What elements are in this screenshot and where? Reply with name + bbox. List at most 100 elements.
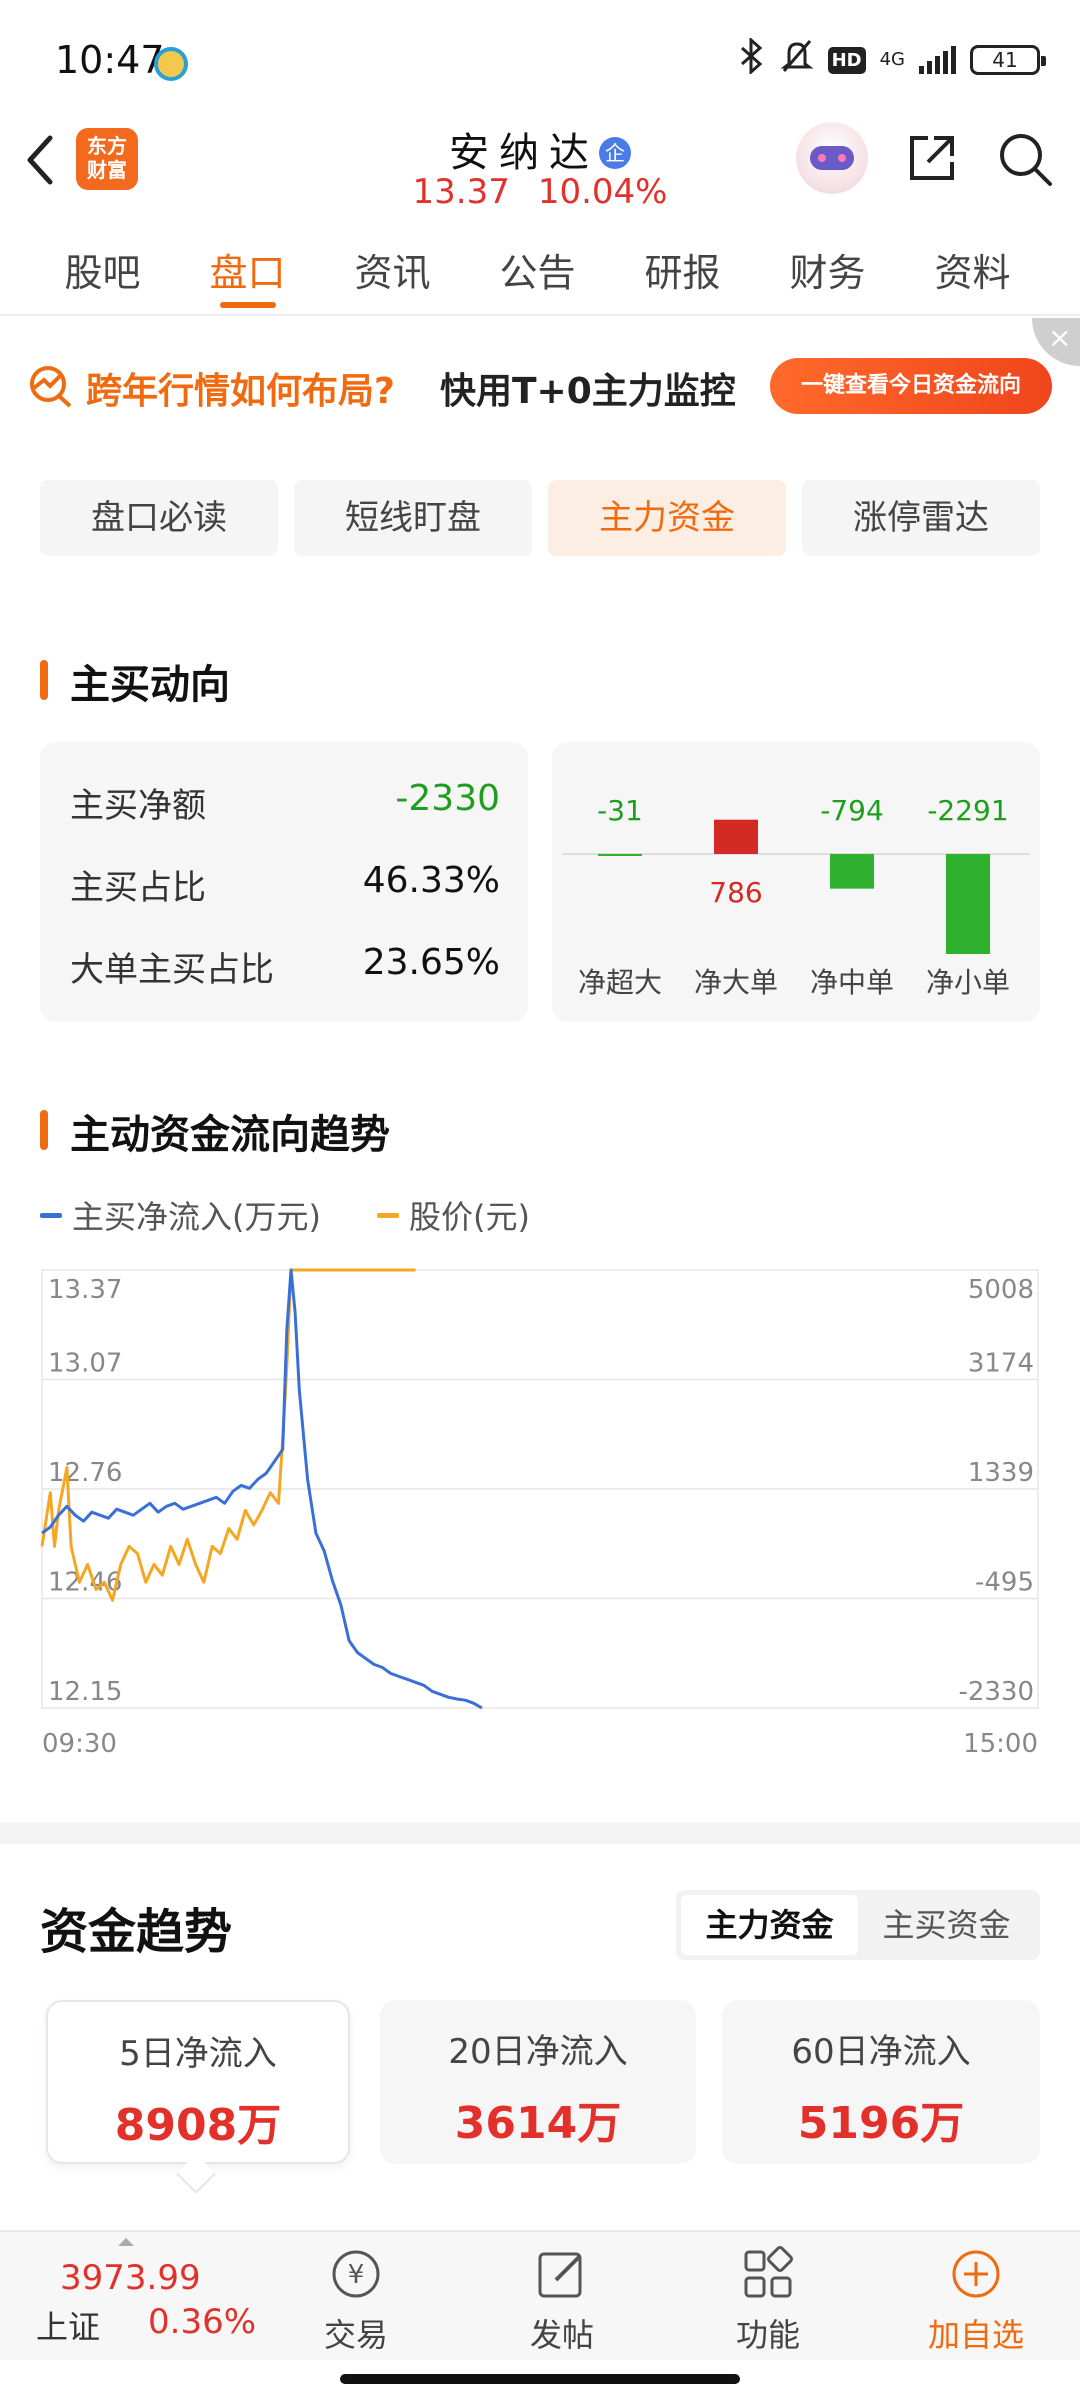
- x-tick-label: 09:30: [42, 1729, 117, 1759]
- expand-caret-icon[interactable]: [118, 2238, 134, 2246]
- inflow-card-5d[interactable]: 5日净流入 8908万: [46, 2000, 350, 2164]
- signal-icon: [919, 46, 956, 74]
- share-icon[interactable]: [904, 130, 960, 186]
- stock-name: 安纳达: [449, 130, 599, 176]
- bar-value-label: -794: [820, 794, 884, 827]
- tab-announcements[interactable]: 公告: [465, 220, 610, 314]
- legend-swatch: [40, 1212, 62, 1218]
- stock-change: 10.04%: [537, 172, 668, 212]
- post-button[interactable]: 发帖: [502, 2246, 622, 2356]
- y-left-tick: 12.15: [48, 1677, 122, 1707]
- order-bar: [946, 854, 990, 954]
- stat-value: 46.33%: [362, 860, 500, 901]
- y-left-tick: 12.76: [48, 1458, 122, 1488]
- tab-news[interactable]: 资讯: [320, 220, 465, 314]
- index-name[interactable]: 上证: [36, 2302, 100, 2348]
- status-bar: 10:47 HD 4G 41: [0, 0, 1080, 120]
- sub-tab-main-funds[interactable]: 主力资金: [548, 480, 786, 556]
- order-bar: [598, 854, 642, 856]
- chart-legend: 主买净流入(万元) 股价(元): [40, 1192, 530, 1238]
- y-right-tick: 1339: [968, 1458, 1034, 1488]
- ai-assistant-icon[interactable]: [796, 122, 868, 194]
- stat-value: 23.65%: [362, 942, 500, 983]
- plus-circle-icon: [948, 2246, 1004, 2302]
- stock-price: 13.37: [412, 172, 510, 212]
- y-right-tick: -2330: [958, 1677, 1034, 1707]
- edit-icon: [534, 2246, 590, 2302]
- legend-item: 股价(元): [376, 1192, 530, 1238]
- network-type: 4G: [879, 49, 905, 70]
- bluetooth-icon: [738, 36, 766, 82]
- flow-trend-title: 主动资金流向趋势: [40, 1102, 390, 1160]
- main-buy-stats-card: 主买净额 -2330 主买占比 46.33% 大单主买占比 23.65%: [40, 742, 528, 1022]
- promo-title: 跨年行情如何布局?: [86, 371, 395, 412]
- flow-trend-chart[interactable]: 13.37 500813.07 317412.76 133912.46 -49512.1…: [40, 1264, 1040, 1764]
- stat-row: 主买净额 -2330: [70, 778, 500, 826]
- app-status-icon: [154, 47, 188, 81]
- bar-value-label: -31: [597, 794, 643, 827]
- y-right-tick: 5008: [968, 1275, 1034, 1305]
- y-left-tick: 13.37: [48, 1275, 122, 1305]
- stat-row: 主买占比 46.33%: [70, 860, 500, 908]
- add-watchlist-button[interactable]: 加自选: [916, 2246, 1036, 2356]
- close-icon[interactable]: ×: [1032, 318, 1080, 366]
- hd-icon: HD: [827, 46, 866, 74]
- bar-category-label: 净小单: [926, 966, 1010, 999]
- enterprise-badge: 企: [599, 137, 631, 169]
- index-change[interactable]: 0.36%: [148, 2302, 256, 2342]
- home-indicator: [340, 2374, 740, 2384]
- y-right-tick: -495: [975, 1568, 1034, 1598]
- stat-value: -2330: [395, 778, 500, 819]
- y-right-tick: 3174: [968, 1349, 1034, 1379]
- toggle-main-buy-funds[interactable]: 主买资金: [858, 1895, 1035, 1955]
- tab-guba[interactable]: 股吧: [30, 220, 175, 314]
- status-icons: HD 4G 41: [738, 36, 1046, 82]
- promo-banner[interactable]: × 跨年行情如何布局? 快用T+0主力监控 一键查看今日资金流向: [0, 318, 1080, 458]
- functions-button[interactable]: 功能: [708, 2246, 828, 2356]
- sub-tab-limit-up[interactable]: 涨停雷达: [802, 480, 1040, 556]
- inflow-card-20d[interactable]: 20日净流入 3614万: [380, 2000, 696, 2164]
- bar-value-label: 786: [709, 876, 762, 909]
- tab-profile[interactable]: 资料: [900, 220, 1045, 314]
- bar-category-label: 净大单: [694, 966, 778, 999]
- battery-icon: 41: [970, 45, 1046, 75]
- net-inflow-cards: 5日净流入 8908万 20日净流入 3614万 60日净流入 5196万: [46, 2000, 1040, 2164]
- index-value[interactable]: 3973.99: [60, 2258, 201, 2298]
- order-size-bar-chart: -31 净超大 786 净大单 -794 净中单 -2291 净小单: [552, 742, 1040, 1022]
- svg-text:¥: ¥: [348, 2260, 365, 2290]
- fund-type-toggle: 主力资金 主买资金: [676, 1890, 1040, 1960]
- trend-icon: [28, 362, 74, 408]
- bar-category-label: 净超大: [578, 966, 662, 999]
- sub-tab-short-term[interactable]: 短线盯盘: [294, 480, 532, 556]
- trade-button[interactable]: ¥ 交易: [296, 2246, 416, 2356]
- mute-bell-icon: [780, 38, 814, 82]
- inflow-card-60d[interactable]: 60日净流入 5196万: [722, 2000, 1040, 2164]
- header: 东方 财富 安纳达企 13.37 10.04%: [0, 120, 1080, 220]
- bottom-bar: 3973.99 上证 0.36% ¥ 交易 发帖 功能 加自选: [0, 2230, 1080, 2360]
- tab-bar: 股吧 盘口 资讯 公告 研报 财务 资料: [0, 220, 1080, 316]
- tab-finance[interactable]: 财务: [755, 220, 900, 314]
- status-time: 10:47: [55, 38, 165, 82]
- section-divider: [0, 1822, 1080, 1844]
- bar-category-label: 净中单: [810, 966, 894, 999]
- order-bar: [714, 819, 758, 854]
- legend-item: 主买净流入(万元): [40, 1192, 321, 1238]
- order-bars: -31 净超大 786 净大单 -794 净中单 -2291 净小单: [562, 794, 1030, 999]
- grid-icon: [740, 2246, 796, 2302]
- order-bar: [830, 854, 874, 889]
- promo-subtitle: 快用T+0主力监控: [440, 371, 736, 412]
- tab-pankou[interactable]: 盘口: [175, 220, 320, 314]
- main-buy-title: 主买动向: [40, 652, 230, 710]
- legend-swatch: [376, 1212, 399, 1218]
- bar-value-label: -2291: [927, 794, 1008, 827]
- sub-tab-must-read[interactable]: 盘口必读: [40, 480, 278, 556]
- stat-row: 大单主买占比 23.65%: [70, 942, 500, 990]
- x-tick-label: 15:00: [963, 1729, 1038, 1759]
- yuan-coin-icon: ¥: [328, 2246, 384, 2302]
- promo-cta-button[interactable]: 一键查看今日资金流向: [770, 358, 1052, 414]
- y-left-tick: 13.07: [48, 1349, 122, 1379]
- tab-research[interactable]: 研报: [610, 220, 755, 314]
- toggle-main-funds[interactable]: 主力资金: [681, 1895, 858, 1955]
- search-icon[interactable]: [996, 130, 1054, 188]
- sub-tab-bar: 盘口必读 短线盯盘 主力资金 涨停雷达: [40, 480, 1040, 556]
